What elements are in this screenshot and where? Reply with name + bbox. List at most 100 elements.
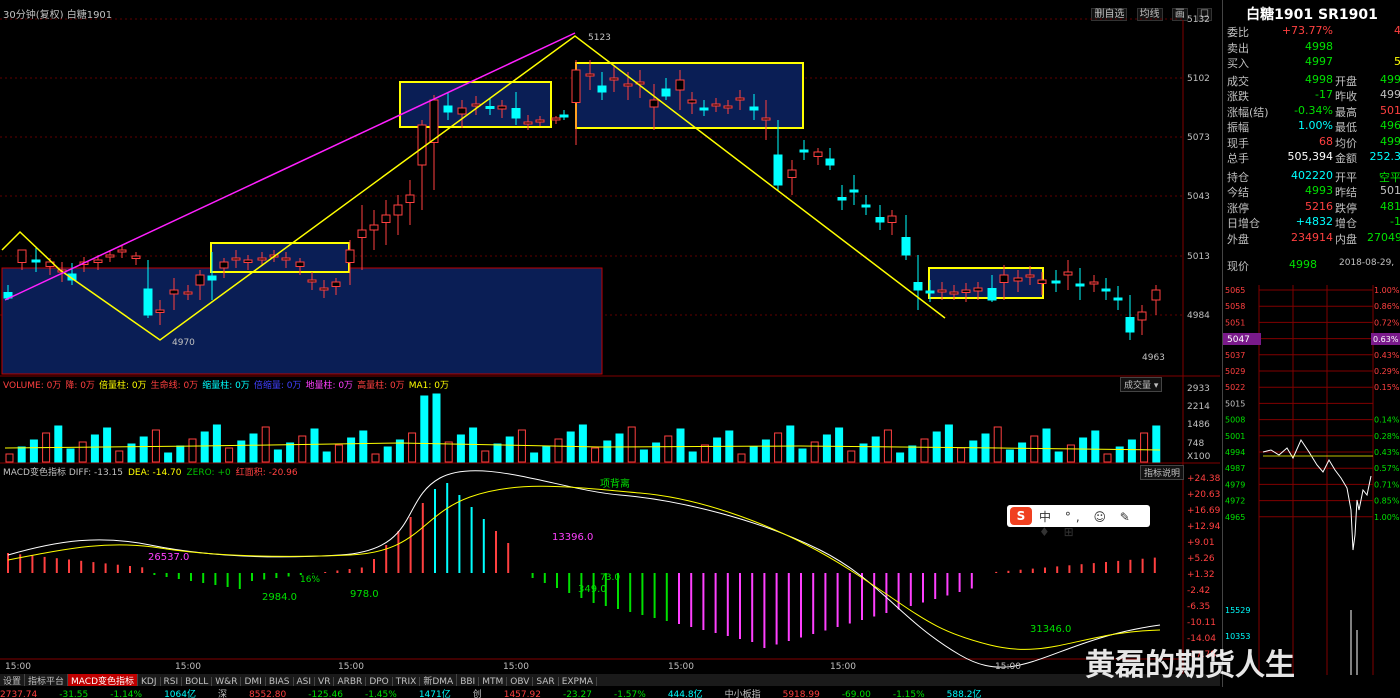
indicator-tab[interactable]: VR: [315, 677, 335, 686]
indicator-tab[interactable]: DPO: [366, 677, 393, 686]
indicator-tab[interactable]: ARBR: [334, 677, 367, 686]
quote-key2: 开平: [1335, 170, 1357, 184]
quote-value2: 501: [1380, 184, 1400, 197]
candle-body: [231, 257, 241, 261]
macd-label-2: 26537.0: [148, 552, 189, 563]
indicator-tab[interactable]: 新DMA: [420, 674, 458, 686]
volume-bar: [737, 453, 746, 463]
mini-right-tick: 1.00%: [1374, 513, 1400, 522]
candle-body: [799, 149, 809, 153]
indicator-help-button[interactable]: 指标说明: [1140, 465, 1185, 480]
volume-bar: [1103, 453, 1112, 463]
time-label: 15:00: [668, 662, 694, 672]
status-item: -125.46: [308, 690, 343, 698]
quote-key: 委比: [1227, 26, 1249, 39]
volume-bar: [603, 440, 612, 463]
quote-value: +4832: [1295, 215, 1333, 228]
candle-body: [219, 261, 229, 269]
volume-bar: [505, 436, 514, 463]
candle-body: [207, 275, 217, 281]
macd-legend-item: MACD变色指标 DIFF: -13.15: [3, 468, 123, 478]
volume-bar: [1091, 430, 1100, 463]
indicator-tab[interactable]: KDJ: [138, 677, 161, 686]
volume-legend-item: 降: 0万: [65, 381, 95, 391]
volume-tick: 748: [1187, 439, 1204, 449]
candle-body: [787, 169, 797, 178]
candle-body: [1063, 271, 1073, 276]
mini-left-tick: 5051: [1225, 318, 1245, 327]
quote-value: +73.77%: [1281, 24, 1333, 37]
volume-bar: [627, 426, 636, 463]
quote-key: 成交: [1227, 74, 1249, 88]
candle-body: [405, 194, 415, 203]
candle-body: [735, 97, 745, 101]
quote-row: 外盘 234914 内盘 27049: [1227, 231, 1400, 246]
candle-body: [813, 151, 823, 157]
indicator-tab[interactable]: OBV: [507, 677, 534, 686]
indicator-tab[interactable]: BBI: [457, 677, 480, 686]
volume-bar: [90, 434, 99, 463]
indicator-tab[interactable]: EXPMA: [559, 677, 597, 686]
indicator-tab[interactable]: RSI: [161, 677, 183, 686]
mini-marker-pct: 0.63%: [1373, 335, 1399, 344]
volume-bar: [652, 442, 661, 463]
quote-key2: 最高: [1335, 105, 1357, 119]
volume-bar: [749, 446, 758, 463]
macd-label-5: 978.0: [350, 589, 379, 600]
ime-toolbar[interactable]: S 中 °, ☺ ✎ ♦ ⊞: [1007, 505, 1150, 539]
volume-bar: [578, 424, 587, 463]
quote-key2: 开盘: [1335, 74, 1357, 88]
volume-legend-item: 缩量柱: 0万: [202, 381, 250, 391]
volume-bar: [798, 448, 807, 463]
indicator-tab[interactable]: MACD变色指标: [68, 674, 139, 686]
volume-bar: [359, 430, 368, 463]
indicator-tab[interactable]: W&R: [212, 677, 242, 686]
market-status-bar: 2737.74 -31.55 -1.14% 1064亿 深 8552.80 -125.46 -…: [0, 687, 1400, 698]
macd-label-1: 13396.0: [552, 532, 593, 543]
weibo-watermark: 黄磊的期货人生: [1085, 648, 1295, 683]
low-annotation-2: 4963: [1142, 353, 1165, 363]
candle-body: [1125, 317, 1135, 333]
mini-right-tick: 0.29%: [1374, 367, 1400, 376]
volume-legend-item: 生命线: 0万: [150, 381, 199, 391]
volume-bar: [444, 441, 453, 463]
status-item: 深: [217, 690, 227, 698]
quote-key: 涨幅(结): [1227, 105, 1269, 119]
quote-value2: 4: [1394, 24, 1400, 37]
mini-right-tick: 0.85%: [1374, 497, 1400, 506]
volume-bar: [1054, 451, 1063, 463]
quote-value: 1.00%: [1298, 119, 1333, 132]
indicator-tab[interactable]: BIAS: [266, 677, 294, 686]
indicator-tab[interactable]: DMI: [241, 677, 266, 686]
candle-body: [901, 237, 911, 256]
mini-right-tick: 0.57%: [1374, 464, 1400, 473]
candle-body: [319, 287, 329, 291]
indicator-tab[interactable]: 设置: [0, 674, 26, 686]
candle-body: [117, 249, 127, 253]
quote-value: 5216: [1305, 199, 1333, 213]
candle-body: [1013, 277, 1023, 282]
now-date: 2018-08-29,: [1339, 258, 1395, 268]
candle-body: [913, 282, 923, 291]
quote-value2: 499: [1380, 134, 1400, 148]
indicator-tab[interactable]: BOLL: [182, 677, 213, 686]
volume-bar: [944, 424, 953, 463]
candle-body: [1113, 297, 1123, 301]
quote-row: 成交 4998 开盘 499: [1227, 73, 1400, 88]
volume-dropdown[interactable]: 成交量 ▾: [1120, 377, 1163, 392]
quote-row: 委比 +73.77% 4: [1227, 24, 1400, 39]
status-item: -1.15%: [892, 690, 925, 698]
indicator-tab[interactable]: ASI: [294, 677, 316, 686]
volume-bar: [310, 428, 319, 463]
mini-right-tick: 0.71%: [1374, 480, 1400, 489]
indicator-tab[interactable]: MTM: [479, 677, 508, 686]
indicator-tab[interactable]: TRIX: [393, 677, 421, 686]
candle-body: [661, 88, 671, 97]
status-item: -69.00: [841, 690, 871, 698]
volume-bar: [383, 446, 392, 463]
indicator-tab[interactable]: 指标平台: [25, 674, 69, 686]
indicator-tab[interactable]: SAR: [533, 677, 559, 686]
volume-bar: [871, 436, 880, 463]
quote-value2: 481: [1380, 199, 1400, 213]
now-value: 4998: [1289, 258, 1317, 271]
